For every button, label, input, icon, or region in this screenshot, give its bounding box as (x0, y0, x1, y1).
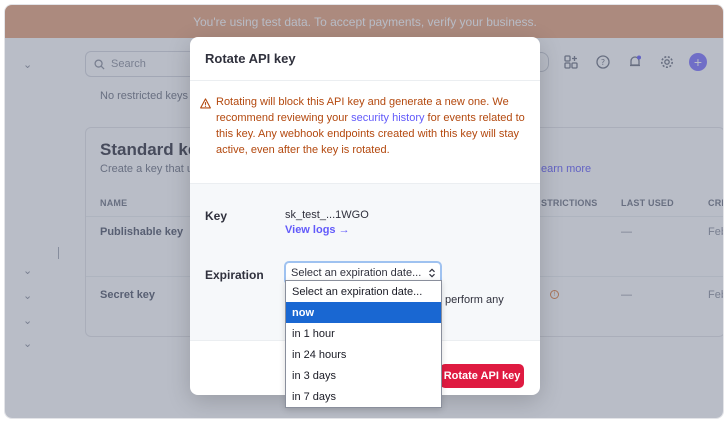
key-label: Key (205, 209, 228, 223)
warning-text: Rotating will block this API key and gen… (216, 94, 530, 158)
view-logs-link[interactable]: View logs → (285, 224, 350, 236)
expiration-dropdown-list: Select an expiration date... now in 1 ho… (285, 280, 442, 408)
rotate-warning: Rotating will block this API key and gen… (200, 94, 530, 158)
rotate-api-key-button[interactable]: Rotate API key (440, 364, 524, 388)
dropdown-option[interactable]: Select an expiration date... (286, 281, 441, 302)
dropdown-option[interactable]: in 3 days (286, 365, 441, 386)
security-history-link[interactable]: security history (351, 112, 424, 124)
dropdown-option[interactable]: in 7 days (286, 386, 441, 407)
expiration-select-value: Select an expiration date... (291, 267, 422, 279)
warning-triangle-icon (200, 94, 216, 158)
key-value: sk_test_...1WGO (285, 209, 369, 221)
dropdown-option[interactable]: in 24 hours (286, 344, 441, 365)
dropdown-option-highlighted[interactable]: now (286, 302, 441, 323)
dialog-title: Rotate API key (190, 37, 540, 81)
dropdown-option[interactable]: in 1 hour (286, 323, 441, 344)
app-window: You're using test data. To accept paymen… (4, 4, 724, 419)
chevron-up-down-icon (429, 268, 435, 278)
expiration-label: Expiration (205, 268, 264, 282)
partially-hidden-text: perform any (445, 294, 504, 306)
